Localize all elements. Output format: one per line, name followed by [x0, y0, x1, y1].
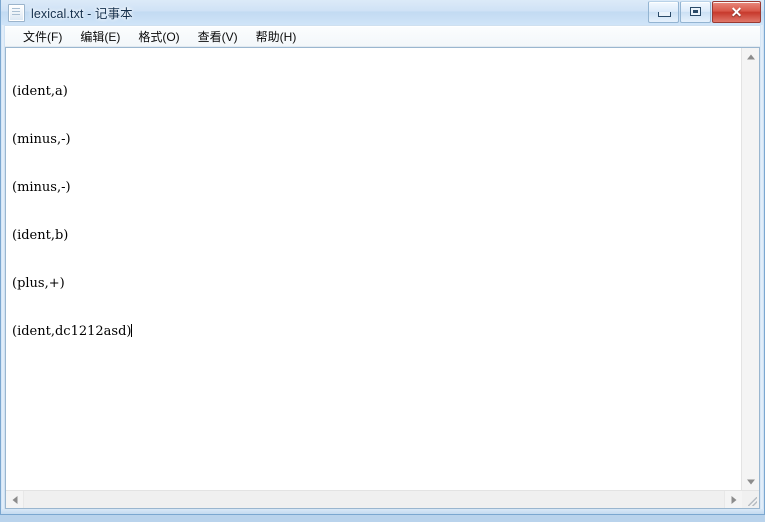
chevron-down-icon — [746, 479, 755, 484]
vertical-scroll-track[interactable] — [742, 65, 759, 473]
editor-line-text: (ident,dc1212asd) — [12, 324, 132, 339]
close-button[interactable]: ✕ — [712, 1, 761, 23]
notepad-window: lexical.txt - 记事本 ✕ 文件(F) 编辑(E) 格式(O) 查看… — [0, 0, 765, 515]
text-editor[interactable]: (ident,a) (minus,-) (minus,-) (ident,b) … — [6, 48, 741, 490]
editor-client-area: (ident,a) (minus,-) (minus,-) (ident,b) … — [5, 47, 760, 509]
title-bar-left: lexical.txt - 记事本 — [8, 3, 133, 22]
notepad-icon — [8, 3, 25, 22]
menu-bar: 文件(F) 编辑(E) 格式(O) 查看(V) 帮助(H) — [5, 26, 760, 47]
chevron-left-icon — [12, 495, 17, 504]
editor-line: (plus,+) — [12, 276, 65, 291]
editor-line-last: (ident,dc1212asd) — [12, 324, 738, 340]
window-edge-bottom — [1, 509, 764, 514]
scroll-down-button[interactable] — [742, 473, 759, 490]
menu-item-view[interactable]: 查看(V) — [189, 26, 247, 48]
maximize-button[interactable] — [680, 1, 711, 23]
horizontal-scroll-track[interactable] — [23, 491, 725, 508]
menu-item-help[interactable]: 帮助(H) — [247, 26, 306, 48]
window-edge-right — [760, 25, 764, 514]
editor-row: (ident,a) (minus,-) (minus,-) (ident,b) … — [6, 48, 759, 490]
chevron-up-icon — [746, 54, 755, 59]
editor-line: (ident,b) — [12, 228, 69, 243]
chevron-right-icon — [731, 495, 736, 504]
editor-line: (minus,-) — [12, 180, 71, 195]
menu-item-edit[interactable]: 编辑(E) — [71, 26, 129, 48]
text-caret — [131, 324, 133, 337]
scroll-left-button[interactable] — [6, 491, 23, 508]
minimize-icon — [658, 12, 671, 17]
screen: lexical.txt - 记事本 ✕ 文件(F) 编辑(E) 格式(O) 查看… — [0, 0, 765, 522]
scroll-up-button[interactable] — [742, 48, 759, 65]
menu-item-format[interactable]: 格式(O) — [129, 26, 188, 48]
close-icon: ✕ — [730, 4, 743, 20]
title-bar[interactable]: lexical.txt - 记事本 ✕ — [1, 0, 764, 26]
vertical-scrollbar[interactable] — [741, 48, 759, 490]
editor-line: (minus,-) — [12, 132, 71, 147]
maximize-icon — [690, 7, 701, 16]
window-title: lexical.txt - 记事本 — [31, 7, 133, 21]
window-controls: ✕ — [647, 1, 761, 23]
editor-line: (ident,a) — [12, 84, 68, 99]
minimize-button[interactable] — [648, 1, 679, 23]
horizontal-scrollbar[interactable] — [6, 490, 759, 508]
resize-grip[interactable] — [742, 491, 759, 508]
scroll-right-button[interactable] — [725, 491, 742, 508]
menu-item-file[interactable]: 文件(F) — [14, 26, 71, 48]
